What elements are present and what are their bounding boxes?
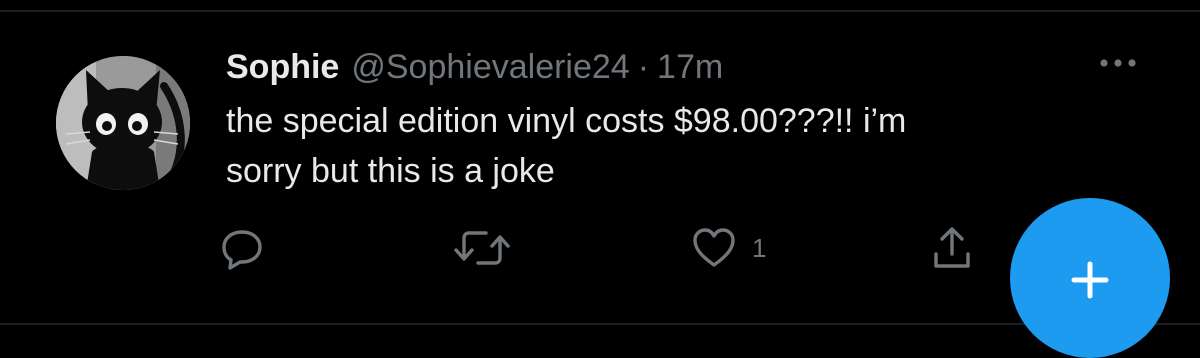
reply-icon <box>222 230 262 270</box>
avatar[interactable] <box>56 56 190 190</box>
compose-tweet-button[interactable] <box>1010 198 1170 358</box>
bottom-divider <box>0 323 1200 325</box>
share-icon <box>934 227 970 268</box>
tweet-text-line: sorry but this is a joke <box>226 152 555 190</box>
display-name[interactable]: Sophie <box>226 48 339 87</box>
reply-button[interactable] <box>218 224 266 272</box>
like-count: 1 <box>752 232 767 263</box>
header-separator: · <box>637 47 650 86</box>
heart-icon <box>693 228 735 267</box>
tweet-text: the special edition vinyl costs $98.00??… <box>226 96 1126 196</box>
more-icon <box>1100 59 1136 67</box>
share-button[interactable] <box>928 224 976 272</box>
retweet-button[interactable] <box>450 224 514 272</box>
retweet-icon <box>454 231 510 265</box>
more-options-button[interactable] <box>1094 48 1142 78</box>
user-handle[interactable]: @Sophievalerie24 <box>351 48 629 87</box>
like-button[interactable]: 1 <box>690 224 766 272</box>
tweet-timestamp[interactable]: 17m <box>657 48 723 87</box>
tweet-text-line: the special edition vinyl costs $98.00??… <box>226 102 907 140</box>
top-divider <box>0 10 1200 12</box>
plus-icon <box>1071 261 1109 299</box>
tweet-header: Sophie @Sophievalerie24 · 17m <box>226 44 723 90</box>
black-cat-avatar-icon <box>56 56 190 190</box>
